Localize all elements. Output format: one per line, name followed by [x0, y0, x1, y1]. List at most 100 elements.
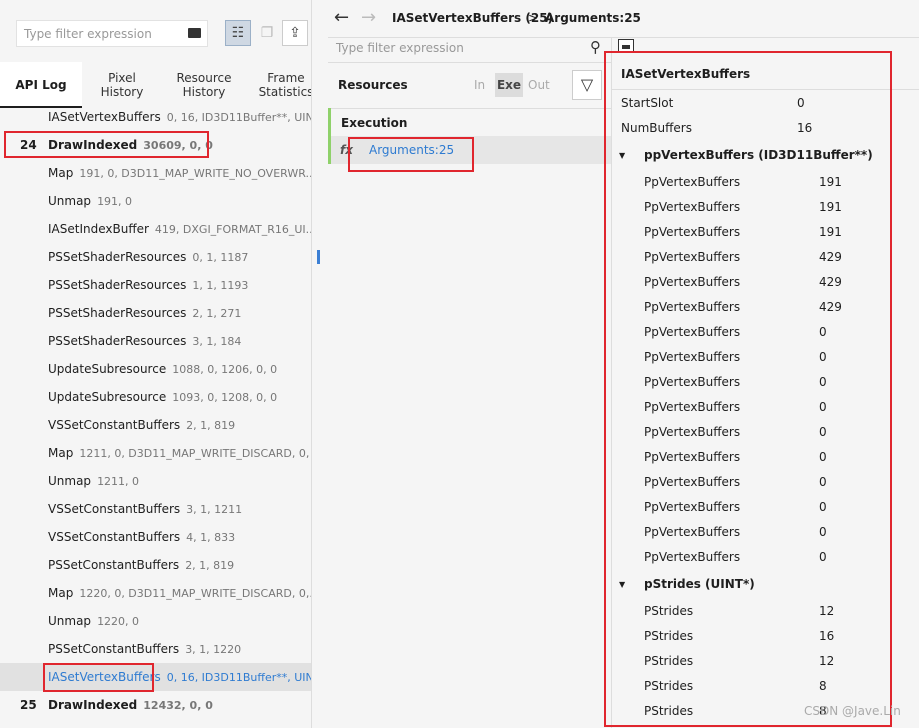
- api-log-row[interactable]: UpdateSubresource 1093, 0, 1208, 0, 0: [0, 383, 311, 411]
- tab-pixel-history[interactable]: Pixel History: [82, 62, 162, 108]
- tab-frame-statistics-label: Frame Statistics: [258, 71, 311, 99]
- api-log-row[interactable]: IASetIndexBuffer 419, DXGI_FORMAT_R16_UI.…: [0, 215, 311, 243]
- tab-frame-statistics[interactable]: Frame Statistics: [246, 62, 311, 108]
- api-log-arguments: 3, 1, 1220: [185, 643, 242, 656]
- api-log-row[interactable]: PSSetShaderResources 3, 1, 184: [0, 327, 311, 355]
- api-log-call-name: PSSetConstantBuffers 3, 1, 1220: [48, 635, 241, 663]
- api-log-row[interactable]: VSSetConstantBuffers 3, 1, 1211: [0, 495, 311, 523]
- watermark: CSDN @Jave.Lin: [804, 704, 901, 718]
- exe-toggle[interactable]: Exe: [495, 73, 523, 97]
- api-log-arguments: 12432, 0, 0: [143, 699, 213, 712]
- api-log-arguments: 1220, 0: [97, 615, 140, 628]
- mid-filter-input[interactable]: Type filter expression ⚲: [328, 37, 611, 63]
- tab-api-log-label: API Log: [15, 78, 67, 92]
- api-log-call-name: IASetVertexBuffers 0, 16, ID3D11Buffer**,…: [48, 103, 311, 131]
- execution-header: Execution: [328, 108, 611, 136]
- api-log-arguments: 1211, 0: [97, 475, 140, 488]
- annotation-box-arguments: [348, 137, 474, 172]
- api-log-row[interactable]: IASetVertexBuffers 0, 16, ID3D11Buffer**,…: [0, 103, 311, 131]
- tab-resource-history[interactable]: Resource History: [162, 62, 246, 108]
- forward-arrow-icon[interactable]: →: [361, 7, 376, 28]
- api-log-row[interactable]: Map 1220, 0, D3D11_MAP_WRITE_DISCARD, 0,.…: [0, 579, 311, 607]
- api-log-function: VSSetConstantBuffers: [48, 418, 181, 432]
- nav-bar: ← → IASetVertexBuffers (25) > Arguments:…: [328, 0, 919, 38]
- api-log-call-name: Unmap 1211, 0: [48, 467, 139, 495]
- api-log-row[interactable]: Unmap 1220, 0: [0, 607, 311, 635]
- api-log-function: PSSetShaderResources: [48, 250, 187, 264]
- api-log-call-name: PSSetShaderResources 2, 1, 271: [48, 299, 241, 327]
- out-toggle[interactable]: Out: [528, 78, 550, 92]
- tab-api-log[interactable]: API Log: [0, 62, 82, 108]
- api-log-function: UpdateSubresource: [48, 362, 167, 376]
- api-log-call-name: Map 1220, 0, D3D11_MAP_WRITE_DISCARD, 0,.…: [48, 579, 311, 607]
- api-log-call-name: UpdateSubresource 1093, 0, 1208, 0, 0: [48, 383, 277, 411]
- resources-label: Resources: [338, 78, 408, 92]
- api-log-arguments: 0, 16, ID3D11Buffer**, UINT...: [166, 671, 311, 684]
- keyboard-icon[interactable]: [188, 28, 201, 38]
- api-log-row[interactable]: Unmap 191, 0: [0, 187, 311, 215]
- api-log-row[interactable]: PSSetShaderResources 1, 1, 1193: [0, 271, 311, 299]
- breadcrumb-current: Arguments:25: [545, 11, 641, 25]
- api-filter-input[interactable]: Type filter expression: [16, 20, 208, 47]
- api-log-arguments: 1093, 0, 1208, 0, 0: [172, 391, 278, 404]
- api-log-row[interactable]: Unmap 1211, 0: [0, 467, 311, 495]
- api-log-row[interactable]: Map 191, 0, D3D11_MAP_WRITE_NO_OVERWR...: [0, 159, 311, 187]
- api-log-arguments: 4, 1, 833: [186, 531, 236, 544]
- api-log-function: PSSetShaderResources: [48, 334, 187, 348]
- api-log-function: Map: [48, 166, 74, 180]
- api-log-call-name: UpdateSubresource 1088, 0, 1206, 0, 0: [48, 355, 277, 383]
- api-log-arguments: 1, 1, 1193: [192, 279, 249, 292]
- api-log-row[interactable]: UpdateSubresource 1088, 0, 1206, 0, 0: [0, 355, 311, 383]
- api-log-row[interactable]: PSSetConstantBuffers 3, 1, 1220: [0, 635, 311, 663]
- api-log-arguments: 419, DXGI_FORMAT_R16_UI...: [154, 223, 311, 236]
- export-icon[interactable]: ⇪: [282, 20, 308, 46]
- api-log-pane: Type filter expression ☷ ❐ ⇪ API Log Pix…: [0, 0, 311, 728]
- api-log-call-name: IASetIndexBuffer 419, DXGI_FORMAT_R16_UI.…: [48, 215, 311, 243]
- tab-resource-history-label: Resource History: [176, 71, 232, 99]
- api-log-arguments: 1088, 0, 1206, 0, 0: [172, 363, 278, 376]
- api-log-function: DrawIndexed: [48, 698, 138, 712]
- filter-funnel-icon[interactable]: ▽: [572, 70, 602, 100]
- api-log-arguments: 1220, 0, D3D11_MAP_WRITE_DISCARD, 0,...: [79, 587, 311, 600]
- api-log-function: PSSetConstantBuffers: [48, 642, 180, 656]
- api-log-function: Map: [48, 586, 74, 600]
- api-log-call-name: PSSetShaderResources 0, 1, 1187: [48, 243, 248, 271]
- api-log-call-name: VSSetConstantBuffers 2, 1, 819: [48, 411, 235, 439]
- back-arrow-icon[interactable]: ←: [334, 7, 349, 28]
- execution-label: Execution: [341, 116, 408, 130]
- api-log-row[interactable]: 25 DrawIndexed 12432, 0, 0: [0, 691, 311, 719]
- search-icon[interactable]: ⚲: [590, 38, 601, 56]
- api-log-function: PSSetConstantBuffers: [48, 558, 180, 572]
- api-log-function: VSSetConstantBuffers: [48, 502, 181, 516]
- api-log-call-name: DrawIndexed 12432, 0, 0: [48, 691, 213, 719]
- api-log-row[interactable]: PSSetConstantBuffers 2, 1, 819: [0, 551, 311, 579]
- in-toggle[interactable]: In: [474, 78, 485, 92]
- api-log-function: IASetIndexBuffer: [48, 222, 149, 236]
- api-log-row[interactable]: PSSetShaderResources 0, 1, 1187: [0, 243, 311, 271]
- api-log-function: Map: [48, 446, 74, 460]
- api-log-call-name: Map 1211, 0, D3D11_MAP_WRITE_DISCARD, 0, …: [48, 439, 311, 467]
- api-log-arguments: 2, 1, 271: [192, 307, 242, 320]
- api-log-arguments: 191, 0, D3D11_MAP_WRITE_NO_OVERWR...: [79, 167, 311, 180]
- api-log-function: Unmap: [48, 614, 92, 628]
- api-log-row[interactable]: Map 1211, 0, D3D11_MAP_WRITE_DISCARD, 0, …: [0, 439, 311, 467]
- api-filter-placeholder: Type filter expression: [24, 27, 152, 41]
- api-log-call-name: PSSetConstantBuffers 2, 1, 819: [48, 551, 234, 579]
- api-log-function: IASetVertexBuffers: [48, 110, 161, 124]
- tree-view-icon[interactable]: ☷: [225, 20, 251, 46]
- resources-bar: Resources In Exe Out ▽: [328, 62, 611, 109]
- api-log-arguments: 1211, 0, D3D11_MAP_WRITE_DISCARD, 0, ...: [79, 447, 311, 460]
- api-log-function: Unmap: [48, 474, 92, 488]
- api-log-row[interactable]: VSSetConstantBuffers 2, 1, 819: [0, 411, 311, 439]
- api-log-arguments: 2, 1, 819: [186, 419, 236, 432]
- api-log-scrollbar[interactable]: [311, 0, 328, 728]
- api-log-arguments: 0, 16, ID3D11Buffer**, UINT...: [166, 111, 311, 124]
- api-log-call-name: Unmap 1220, 0: [48, 607, 139, 635]
- breadcrumb-separator: >: [528, 11, 539, 25]
- api-log-row[interactable]: PSSetShaderResources 2, 1, 271: [0, 299, 311, 327]
- api-log-function: UpdateSubresource: [48, 390, 167, 404]
- api-log-arguments: 3, 1, 1211: [186, 503, 243, 516]
- scroll-thumb[interactable]: [317, 250, 320, 264]
- copy-icon[interactable]: ❐: [254, 20, 280, 46]
- api-log-row[interactable]: VSSetConstantBuffers 4, 1, 833: [0, 523, 311, 551]
